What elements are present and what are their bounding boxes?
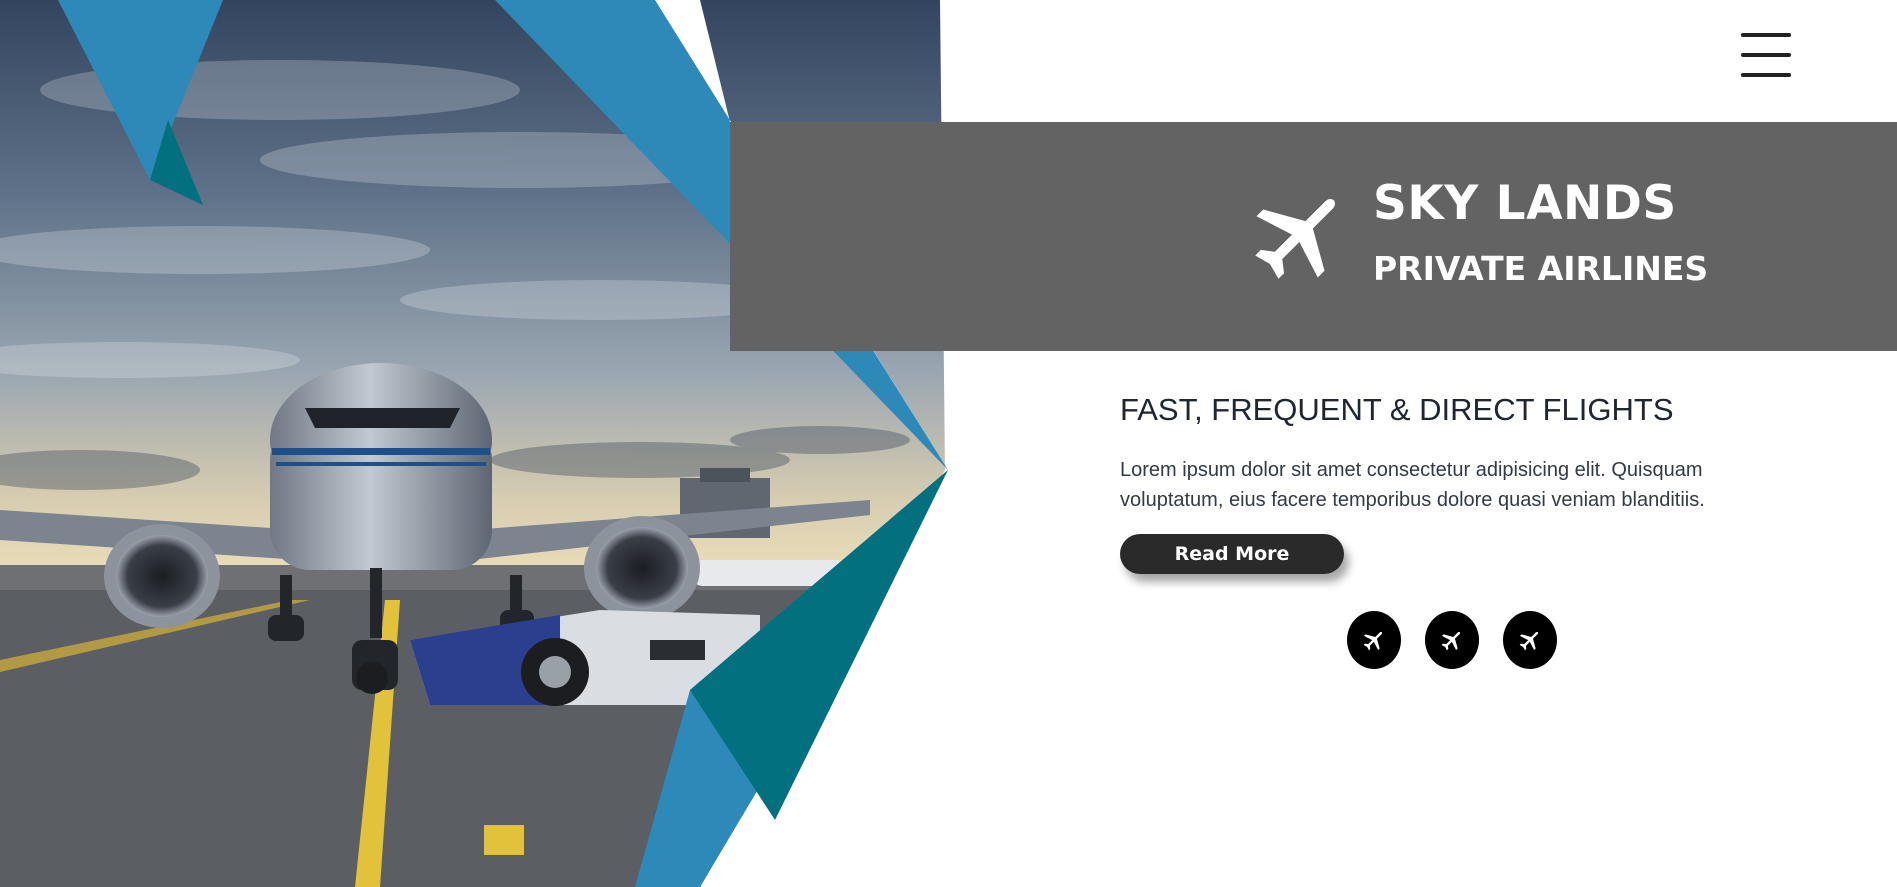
social-button-3[interactable] <box>1503 611 1557 669</box>
airplane-icon <box>1441 631 1461 651</box>
read-more-button[interactable]: Read More <box>1120 534 1344 574</box>
page-headline: FAST, FREQUENT & DIRECT FLIGHTS <box>1120 392 1674 427</box>
hamburger-menu-icon[interactable] <box>1738 30 1794 80</box>
airplane-icon <box>1363 631 1383 651</box>
social-button-2[interactable] <box>1425 611 1479 669</box>
social-button-1[interactable] <box>1347 611 1401 669</box>
left-engine <box>104 524 220 628</box>
airplane-icon <box>1519 631 1539 651</box>
fuselage <box>270 363 492 570</box>
brand-subtitle: PRIVATE AIRLINES <box>1373 249 1709 288</box>
airplane-icon <box>1255 199 1335 279</box>
right-engine <box>584 516 700 620</box>
description-text: Lorem ipsum dolor sit amet consectetur a… <box>1120 459 1705 511</box>
brand-title: SKY LANDS <box>1373 176 1677 231</box>
